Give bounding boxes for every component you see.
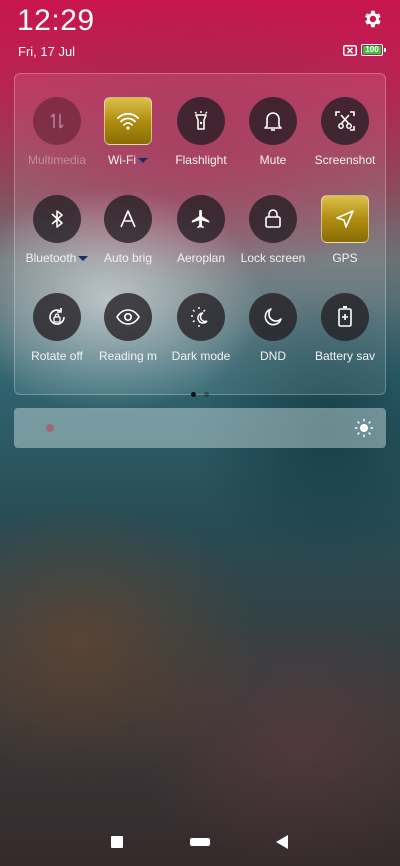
tile-multimedia[interactable]: Multimedia [21, 97, 93, 167]
tile-auto-brightness[interactable]: Auto brig [92, 195, 164, 265]
tile-label: Dark mode [171, 349, 231, 363]
tile-label: Reading m [98, 349, 158, 363]
tile-label: Wi-Fi [108, 153, 136, 167]
date: Fri, 17 Jul [18, 44, 76, 59]
page-dot[interactable] [204, 392, 209, 397]
tile-dnd[interactable]: DND [237, 293, 309, 363]
recents-button[interactable] [111, 836, 123, 848]
lock-icon [249, 195, 297, 243]
tile-label: Bluetooth [25, 251, 77, 265]
rotate-lock-icon [33, 293, 81, 341]
brightness-slider[interactable] [14, 408, 386, 448]
home-button[interactable] [190, 838, 210, 846]
tile-wifi[interactable]: Wi-Fi [92, 97, 164, 167]
battery-icon: 100 [361, 44, 386, 56]
tile-label: Screenshot [314, 153, 376, 167]
tile-gps[interactable]: GPS [309, 195, 381, 265]
clock: 12:29 [17, 4, 95, 37]
tile-reading-mode[interactable]: Reading m [92, 293, 164, 363]
navigation-arrow-icon [321, 195, 369, 243]
tile-label: GPS [332, 251, 358, 265]
tile-label: Rotate off [31, 349, 83, 363]
page-indicator [15, 384, 385, 402]
moon-icon [249, 293, 297, 341]
tile-lock-screen[interactable]: Lock screen [237, 195, 309, 265]
status-bar: 12:29 Fri, 17 Jul 100 [0, 0, 400, 70]
tile-label: Mute [259, 153, 287, 167]
tile-flashlight[interactable]: Flashlight [165, 97, 237, 167]
no-sim-icon [343, 45, 357, 56]
bluetooth-icon [33, 195, 81, 243]
tile-aeroplane[interactable]: Aeroplan [165, 195, 237, 265]
tile-bluetooth[interactable]: Bluetooth [21, 195, 93, 265]
airplane-icon [177, 195, 225, 243]
battery-level: 100 [363, 46, 381, 54]
quick-settings-panel: Multimedia Wi-Fi Flashlight Mute Screens… [14, 73, 386, 397]
tile-label: DND [260, 349, 286, 363]
chevron-down-icon[interactable] [78, 256, 89, 262]
tile-dark-mode[interactable]: Dark mode [165, 293, 237, 363]
tile-label: Auto brig [103, 251, 153, 265]
sun-icon [355, 419, 373, 437]
dark-mode-icon [177, 293, 225, 341]
data-transfer-icon [33, 97, 81, 145]
brightness-handle[interactable] [45, 424, 54, 432]
battery-saver-icon [321, 293, 369, 341]
page-dot-active[interactable] [191, 392, 196, 397]
tile-label: Flashlight [175, 153, 227, 167]
bell-icon [249, 97, 297, 145]
chevron-down-icon[interactable] [137, 158, 148, 164]
tile-label: Battery sav [314, 349, 376, 363]
navigation-bar [0, 820, 400, 866]
auto-brightness-icon [104, 195, 152, 243]
flashlight-icon [177, 97, 225, 145]
scissors-icon [321, 97, 369, 145]
back-button[interactable] [276, 835, 288, 849]
tile-label: Multimedia [27, 153, 87, 167]
eye-icon [104, 293, 152, 341]
tile-label: Aeroplan [176, 251, 226, 265]
tile-label: Lock screen [240, 251, 306, 265]
gear-icon[interactable] [361, 8, 383, 30]
wifi-icon [104, 97, 152, 145]
tile-rotate[interactable]: Rotate off [21, 293, 93, 363]
tile-mute[interactable]: Mute [237, 97, 309, 167]
tile-battery-saver[interactable]: Battery sav [309, 293, 381, 363]
tile-screenshot[interactable]: Screenshot [309, 97, 381, 167]
